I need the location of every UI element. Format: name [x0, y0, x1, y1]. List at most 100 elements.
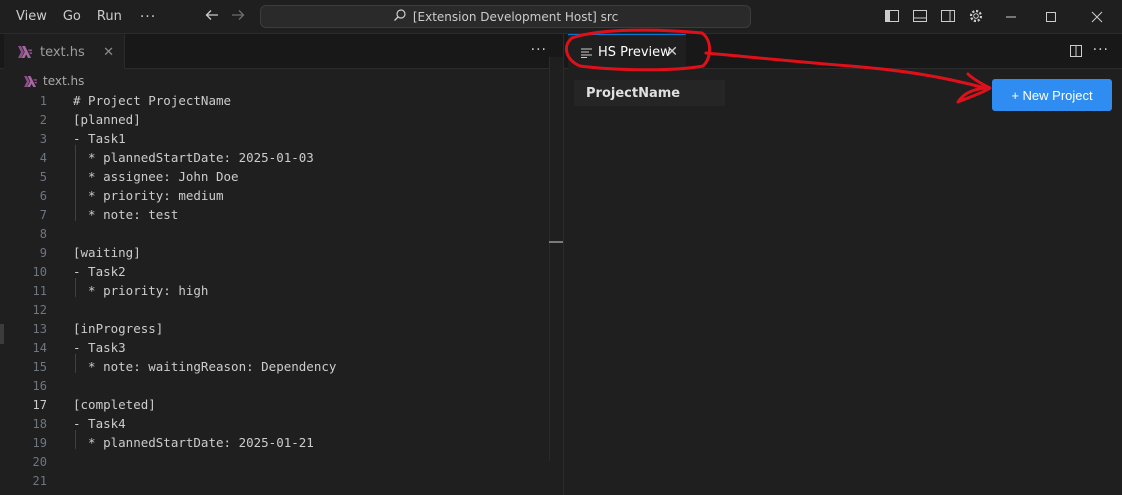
line-number: 17 — [32, 397, 47, 412]
code-line[interactable]: 13 [inProgress] — [0, 319, 548, 338]
indent-guide — [75, 354, 76, 373]
line-number: 7 — [39, 207, 47, 222]
code-editor[interactable]: 1 # Project ProjectName 2 [planned] 3 - Task1… — [0, 91, 548, 490]
line-content: [completed] — [73, 397, 156, 412]
line-number: 9 — [39, 245, 47, 260]
line-number: 2 — [39, 112, 47, 127]
line-content: [inProgress] — [73, 321, 164, 336]
line-number: 5 — [39, 169, 47, 184]
line-content: * priority: medium — [73, 188, 224, 203]
toggle-primary-sidebar-icon[interactable] — [884, 8, 900, 28]
line-number: 14 — [32, 340, 47, 355]
breadcrumb[interactable]: text.hs — [24, 72, 84, 90]
menu-bar: View Go Run ··· — [8, 0, 166, 34]
arrow-left-icon[interactable] — [202, 7, 222, 27]
line-number: 8 — [39, 226, 47, 241]
code-line[interactable]: 9 [waiting] — [0, 243, 548, 262]
preview-editor-group: HS Preview ✕ ··· ProjectName + New Proje… — [563, 34, 1122, 495]
line-number: 6 — [39, 188, 47, 203]
indent-guide — [75, 145, 76, 164]
code-line[interactable]: 16 — [0, 376, 548, 395]
code-line[interactable]: 17 [completed] — [0, 395, 548, 414]
code-line[interactable]: 11 * priority: high — [0, 278, 548, 300]
editor-more-actions-button[interactable]: ··· — [1093, 42, 1109, 58]
close-icon[interactable]: ✕ — [666, 44, 678, 60]
breadcrumb-file: text.hs — [43, 74, 85, 88]
line-content: * plannedStartDate: 2025-01-21 — [73, 435, 314, 450]
maximize-icon[interactable] — [1028, 0, 1074, 34]
close-icon[interactable]: ✕ — [103, 45, 114, 60]
code-line[interactable]: 5 * assignee: John Doe — [0, 164, 548, 186]
search-icon — [393, 7, 407, 26]
line-number: 13 — [32, 321, 47, 336]
line-number: 18 — [32, 416, 47, 431]
code-line[interactable]: 7 * note: test — [0, 202, 548, 224]
line-content: * note: test — [73, 207, 179, 222]
line-number: 12 — [32, 302, 47, 317]
command-center-label: [Extension Development Host] src — [412, 9, 619, 24]
menu-go[interactable]: Go — [55, 5, 89, 29]
toggle-panel-icon[interactable] — [912, 8, 928, 28]
haskell-file-icon — [24, 72, 37, 91]
tab-label: text.hs — [40, 44, 85, 60]
line-number: 11 — [32, 283, 47, 298]
line-number: 3 — [39, 131, 47, 146]
code-line[interactable]: 6 * priority: medium — [0, 183, 548, 205]
editor-tab-bar: text.hs ✕ ··· — [0, 34, 563, 69]
line-content: # Project ProjectName — [73, 93, 232, 108]
layout-controls — [884, 8, 984, 28]
tab-label: HS Preview — [598, 44, 671, 60]
line-content: - Task1 — [73, 131, 126, 146]
menu-run[interactable]: Run — [89, 5, 130, 29]
tab-hs-preview[interactable]: HS Preview ✕ — [568, 34, 686, 69]
code-line[interactable]: 1 # Project ProjectName — [0, 91, 548, 110]
haskell-file-icon — [4, 43, 32, 62]
editor-scrollbar[interactable] — [549, 57, 563, 461]
line-number: 10 — [32, 264, 47, 279]
indent-guide — [75, 183, 76, 202]
indent-guide — [75, 202, 76, 221]
preview-tab-bar: HS Preview ✕ ··· — [564, 34, 1122, 69]
tab-text-hs[interactable]: text.hs ✕ — [4, 34, 125, 69]
arrow-right-icon[interactable] — [228, 7, 248, 27]
close-window-icon[interactable] — [1074, 0, 1120, 34]
code-line[interactable]: 19 * plannedStartDate: 2025-01-21 — [0, 430, 548, 452]
command-center[interactable]: [Extension Development Host] src — [260, 5, 751, 28]
line-content: * assignee: John Doe — [73, 169, 239, 184]
line-number: 19 — [32, 435, 47, 450]
code-line[interactable]: 14 - Task3 — [0, 338, 548, 357]
gear-icon[interactable] — [968, 8, 984, 28]
line-number: 20 — [32, 454, 47, 469]
line-content: - Task4 — [73, 416, 126, 431]
menu-view[interactable]: View — [8, 5, 55, 29]
line-number: 21 — [32, 473, 47, 488]
scrollbar-cursor-marker — [549, 241, 563, 243]
line-content: - Task2 — [73, 264, 126, 279]
code-line[interactable]: 18 - Task4 — [0, 414, 548, 433]
code-line[interactable]: 12 — [0, 300, 548, 319]
code-line[interactable]: 3 - Task1 — [0, 129, 548, 148]
editor-more-actions-button[interactable]: ··· — [531, 42, 547, 58]
new-project-button[interactable]: + New Project — [992, 79, 1112, 111]
code-line[interactable]: 20 — [0, 452, 548, 471]
line-number: 15 — [32, 359, 47, 374]
code-line[interactable]: 8 — [0, 224, 548, 243]
line-content: * note: waitingReason: Dependency — [73, 359, 337, 374]
code-line[interactable]: 4 * plannedStartDate: 2025-01-03 — [0, 145, 548, 167]
toggle-secondary-sidebar-icon[interactable] — [940, 8, 956, 28]
line-content: * plannedStartDate: 2025-01-03 — [73, 150, 314, 165]
sash-handle[interactable] — [0, 324, 4, 344]
line-number: 4 — [39, 150, 47, 165]
code-line[interactable]: 10 - Task2 — [0, 262, 548, 281]
text-editor-group: text.hs ✕ ··· text.hs 1 # Project Project… — [0, 34, 563, 495]
indent-guide — [75, 430, 76, 449]
line-content: [planned] — [73, 112, 141, 127]
line-content: [waiting] — [73, 245, 141, 260]
indent-guide — [75, 278, 76, 297]
code-line[interactable]: 15 * note: waitingReason: Dependency — [0, 354, 548, 376]
menu-more-button[interactable]: ··· — [130, 5, 166, 29]
code-line[interactable]: 21 — [0, 471, 548, 490]
line-content: - Task3 — [73, 340, 126, 355]
indent-guide — [75, 164, 76, 183]
code-line[interactable]: 2 [planned] — [0, 110, 548, 129]
